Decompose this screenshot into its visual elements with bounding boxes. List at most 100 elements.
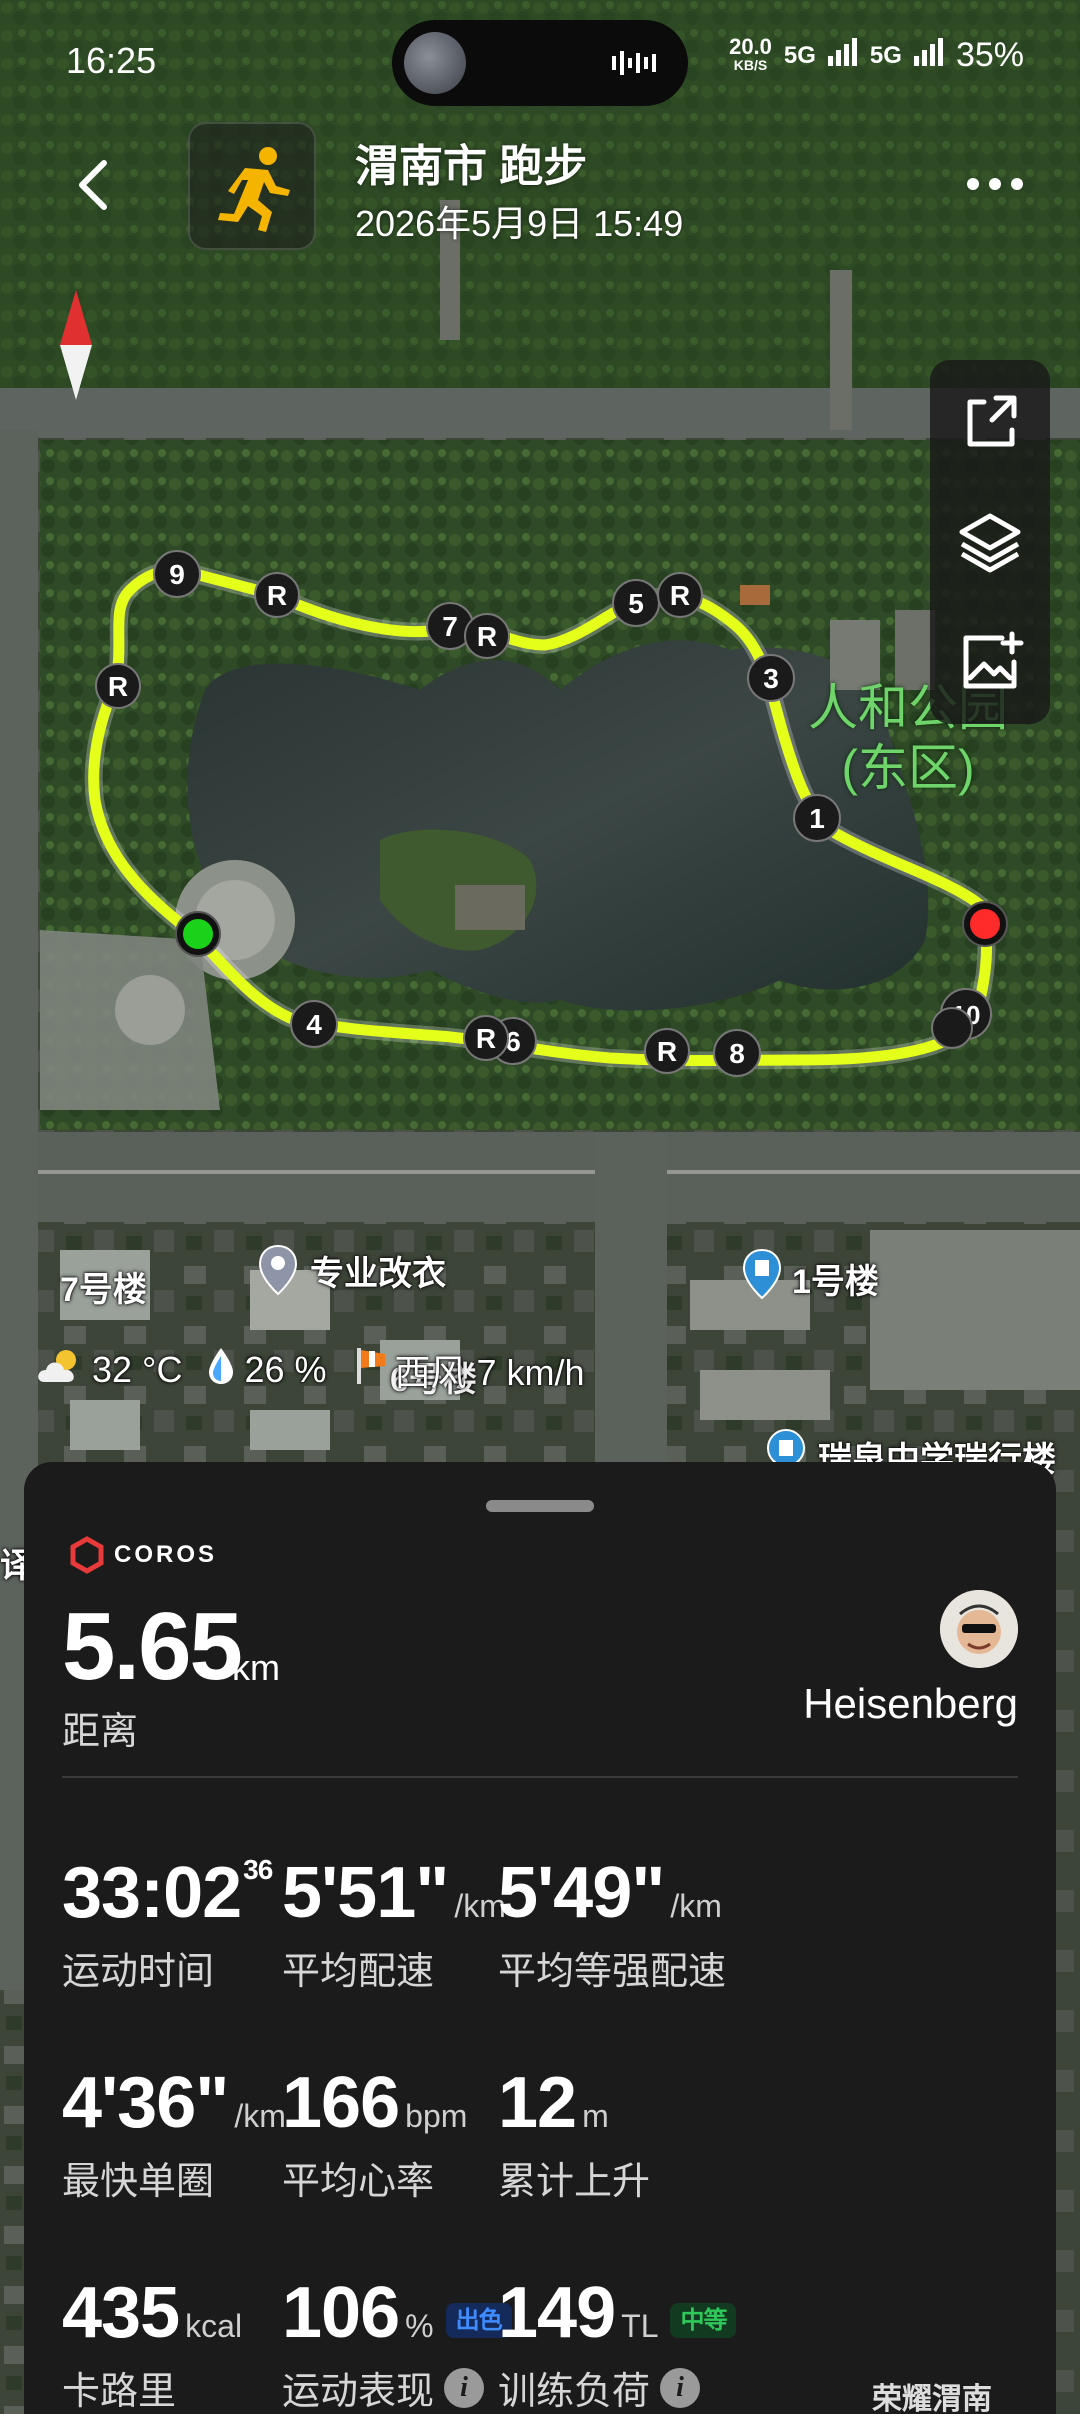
coros-logo-icon xyxy=(70,1536,104,1574)
stat-label: 平均等强配速 xyxy=(498,1951,727,1993)
stat-value: 12 xyxy=(498,2063,577,2143)
stat-label: 训练负荷 xyxy=(498,2371,651,2413)
stat-value: 5'51" xyxy=(282,1853,449,1933)
marker-end[interactable] xyxy=(962,901,1008,947)
rest-marker: R xyxy=(95,663,141,709)
info-icon[interactable]: i xyxy=(444,2367,485,2408)
stat-unit: bpm xyxy=(405,2098,468,2134)
marker-start[interactable] xyxy=(175,911,221,957)
avatar[interactable] xyxy=(940,1590,1018,1668)
media-thumbnail xyxy=(404,32,466,94)
stat-performance: 106% 出色 运动表现 i xyxy=(282,2272,512,2414)
lap-marker-8: 8 xyxy=(713,1029,761,1077)
status-bar: 16:25 20.0 KB/S 5G 5G 35% xyxy=(0,0,1080,120)
temperature: 32 °C xyxy=(92,1349,183,1390)
rest-marker-label: R xyxy=(267,580,287,611)
share-button[interactable] xyxy=(950,382,1030,462)
share-icon xyxy=(967,395,1017,447)
stat-label: 平均配速 xyxy=(282,1951,435,1993)
lap-marker-5-label: 5 xyxy=(628,588,644,619)
lap-marker-4: 4 xyxy=(290,1000,338,1048)
signal-bars-icon xyxy=(827,36,858,75)
stat-label: 卡路里 xyxy=(62,2371,177,2413)
partly-cloudy-icon xyxy=(34,1346,86,1395)
dynamic-island[interactable] xyxy=(392,20,688,106)
distance-label: 距离 xyxy=(62,1711,139,1753)
more-options-button[interactable] xyxy=(965,172,1025,196)
weather-info: 32 °C 26 % 西风 7 km/h xyxy=(34,1344,585,1396)
distance-unit: km xyxy=(232,1647,280,1688)
rest-marker: R xyxy=(463,1015,509,1061)
back-button[interactable] xyxy=(70,155,120,215)
stat-elevation-gain: 12 m 累计上升 xyxy=(498,2062,650,2205)
info-icon[interactable]: i xyxy=(660,2367,701,2408)
status-indicators: 20.0 KB/S 5G 5G 35% xyxy=(729,33,1024,75)
stat-label: 平均心率 xyxy=(282,2161,435,2203)
watermark-logo: 荣耀渭南 xyxy=(872,2383,992,2414)
stat-unit: kcal xyxy=(185,2308,243,2344)
stat-unit: % xyxy=(405,2308,434,2344)
stat-avg-grade-pace: 5'49"/km 平均等强配速 xyxy=(498,1852,726,1995)
stat-value: 149 xyxy=(498,2273,616,2353)
signal-type-1: 5G xyxy=(783,41,816,69)
net-speed-value: 20.0 xyxy=(729,33,772,59)
humidity-icon xyxy=(206,1346,236,1395)
park-label-line2: (东区) xyxy=(841,740,975,796)
stat-label: 累计上升 xyxy=(498,2161,651,2203)
stat-avg-heart-rate: 166 bpm 平均心率 xyxy=(282,2062,467,2205)
activity-summary-sheet: COROS 5.65 km 距离 Heisenberg 33:0236 运动时间… xyxy=(24,1462,1056,2414)
distance-value: 5.65 xyxy=(62,1593,243,1700)
stat-label: 最快单圈 xyxy=(62,2161,215,2203)
stat-value: 5'49" xyxy=(498,1853,665,1933)
brand-name: COROS xyxy=(114,1541,218,1568)
add-photo-button[interactable] xyxy=(950,622,1030,702)
rest-marker: R xyxy=(644,1028,690,1074)
chevron-left-icon xyxy=(79,160,107,210)
signal-type-2: 5G xyxy=(869,41,902,69)
stat-label: 运动表现 xyxy=(282,2371,435,2413)
drag-handle[interactable] xyxy=(486,1500,594,1512)
activity-datetime: 2026年5月9日 15:49 xyxy=(355,203,684,244)
wind: 西风 7 km/h xyxy=(394,1352,585,1393)
username[interactable]: Heisenberg xyxy=(803,1680,1018,1728)
rest-marker-label: R xyxy=(476,1023,496,1054)
stat-value: 106 xyxy=(282,2273,400,2353)
rest-marker-label: R xyxy=(108,671,128,702)
stat-unit: m xyxy=(582,2098,609,2134)
stat-unit: /km xyxy=(234,2098,286,2134)
rest-marker-label: R xyxy=(657,1036,677,1067)
poi-label[interactable]: 1号楼 xyxy=(792,1254,879,1303)
net-speed: 20.0 KB/S xyxy=(729,33,772,74)
lap-marker-4-label: 4 xyxy=(306,1009,322,1040)
add-image-icon xyxy=(963,631,1024,689)
audio-wave-icon xyxy=(610,48,660,78)
lap-marker-1-label: 1 xyxy=(809,803,825,834)
poi-label[interactable]: 7号楼 xyxy=(60,1262,147,1311)
running-icon xyxy=(218,147,290,232)
stat-avg-pace: 5'51"/km 平均配速 xyxy=(282,1852,506,1995)
map-layers-button[interactable] xyxy=(950,502,1030,582)
location-pin-icon xyxy=(258,1244,298,1296)
wind-icon xyxy=(353,1346,387,1395)
page-title: 渭南市 跑步 xyxy=(355,142,588,191)
compass-icon[interactable] xyxy=(58,290,94,400)
stat-value: 33:02 xyxy=(62,1853,242,1933)
stat-calories: 435 kcal 卡路里 xyxy=(62,2272,242,2414)
rest-marker-label: R xyxy=(670,580,690,611)
lap-marker-3: 3 xyxy=(747,654,795,702)
lap-marker-1: 1 xyxy=(793,794,841,842)
more-dots-icon xyxy=(967,178,1023,190)
poi-label[interactable]: 专业改衣 xyxy=(310,1246,446,1295)
training-load-badge: 中等 xyxy=(670,2303,737,2339)
brand-logo: COROS xyxy=(68,1536,217,1574)
lap-marker-8-label: 8 xyxy=(729,1038,745,1069)
rest-marker: R xyxy=(254,572,300,618)
stat-duration: 33:0236 运动时间 xyxy=(62,1852,273,1995)
lap-marker-5: 5 xyxy=(612,579,660,627)
lap-marker-7-label: 7 xyxy=(442,611,458,642)
stat-unit: TL xyxy=(621,2308,659,2344)
stat-sub-seconds: 36 xyxy=(243,1854,273,1885)
stat-value: 435 xyxy=(62,2273,180,2353)
battery-level: 35% xyxy=(955,36,1024,74)
humidity: 26 % xyxy=(244,1349,327,1390)
